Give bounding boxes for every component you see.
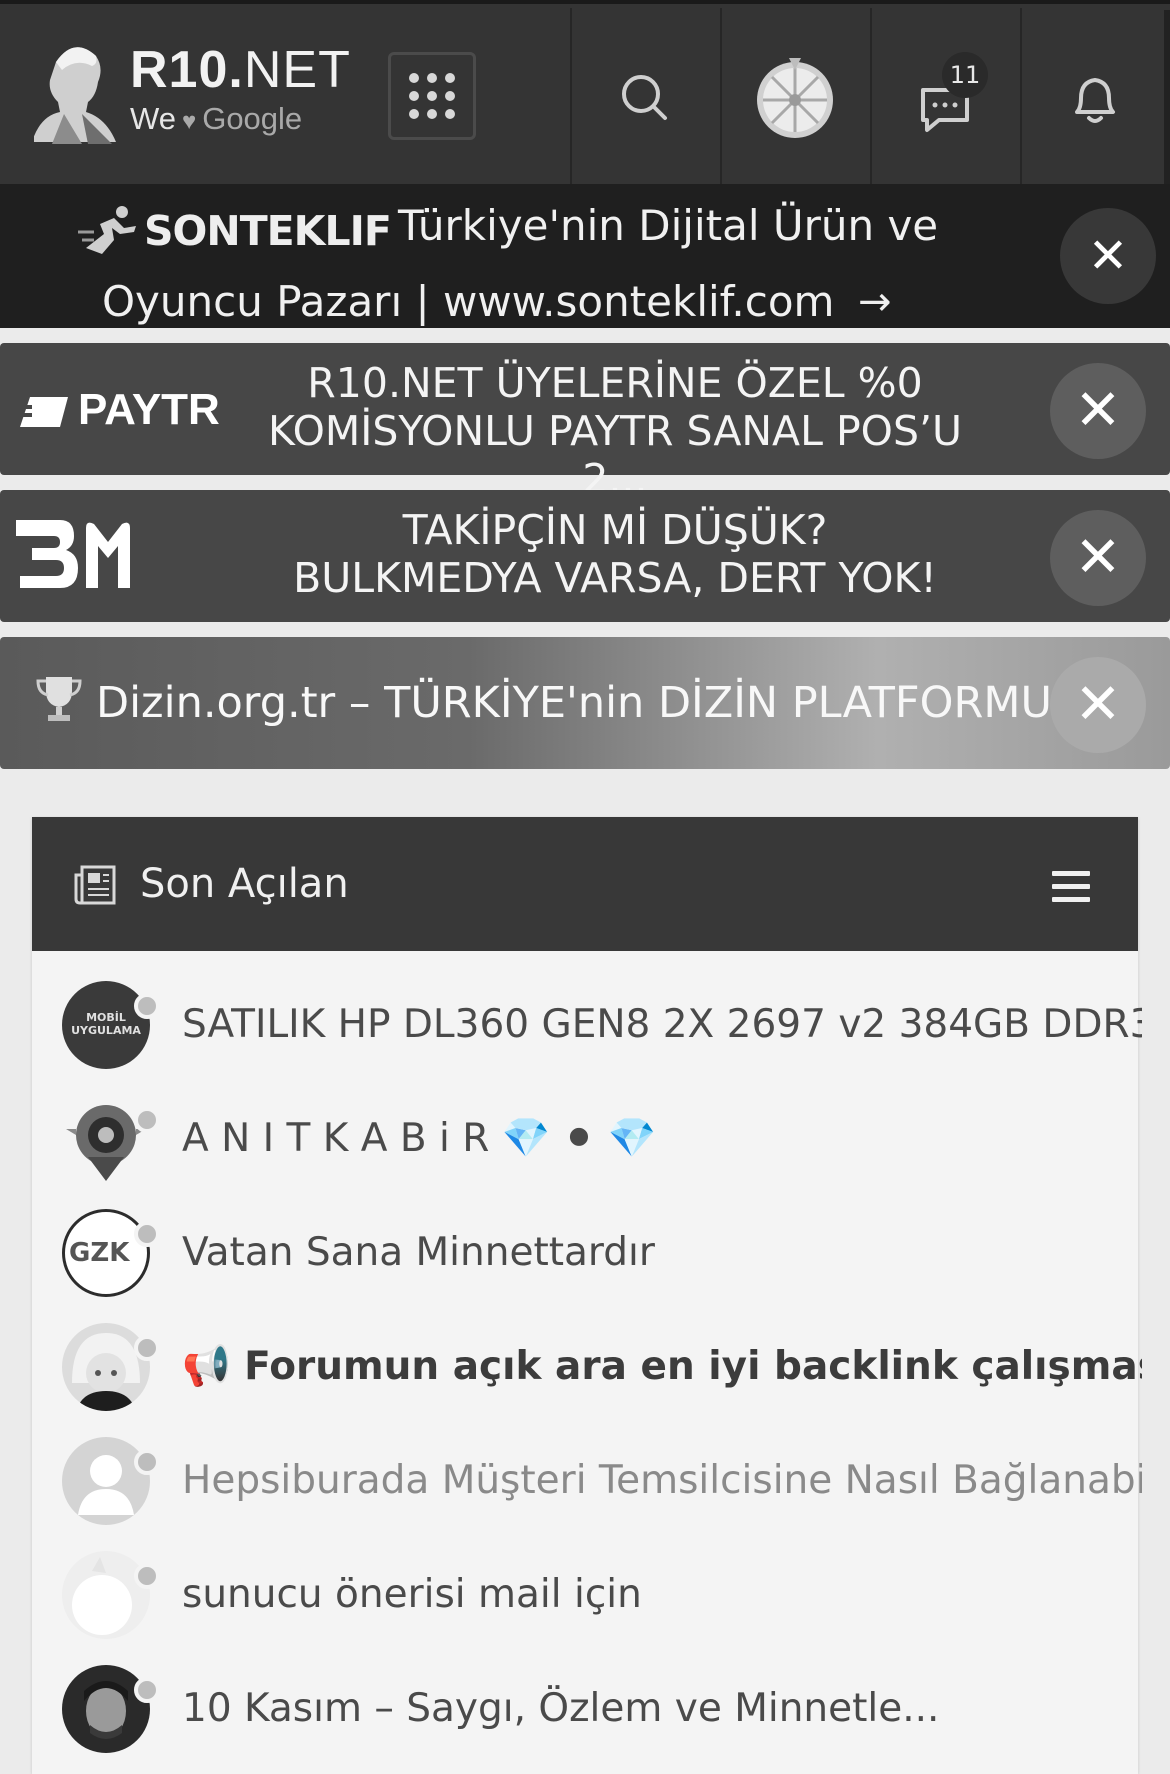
avatar[interactable]: MOBİL UYGULAMA — [62, 981, 150, 1069]
online-status-dot — [134, 1335, 160, 1361]
wheel-of-fortune-button[interactable] — [720, 8, 868, 188]
avatar[interactable] — [62, 1551, 150, 1639]
dizin-ad-banner[interactable]: Dizin.org.tr – TÜRKİYE'nin DİZİN PLATFOR… — [0, 637, 1170, 769]
topic-title[interactable]: Hepsiburada Müşteri Temsilcisine Nasıl B… — [182, 1453, 1142, 1509]
avatar-label: MOBİL UYGULAMA — [71, 1011, 141, 1037]
online-status-dot — [134, 1221, 160, 1247]
sonteklif-logo: SONTEKLIF — [78, 204, 398, 258]
bulkmedya-ad-text: TAKİPÇİN Mİ DÜŞÜK? BULKMEDYA VARSA, DERT… — [293, 506, 937, 602]
latest-topics-header: Son Açılan — [32, 817, 1138, 951]
online-status-dot — [134, 1677, 160, 1703]
bulkmedya-ad-banner[interactable]: TAKİPÇİN Mİ DÜŞÜK? BULKMEDYA VARSA, DERT… — [0, 490, 1170, 622]
portrait-logo-icon — [34, 47, 116, 144]
topic-row[interactable]: 10 Kasım – Saygı, Özlem ve Minnetle... — [32, 1653, 1138, 1767]
topic-row[interactable]: A N I T K A B i R 💎 ⚫ 💎 — [32, 1083, 1138, 1197]
man-avatar-icon — [84, 1681, 128, 1739]
bell-icon — [1075, 78, 1115, 123]
wheel-of-fortune-icon — [757, 58, 833, 138]
logo-tagline: We ♥ Google — [130, 101, 303, 136]
hamburger-menu-icon[interactable] — [1052, 871, 1090, 910]
site-logo[interactable]: R10.NET We ♥ Google — [30, 30, 350, 150]
avatar[interactable] — [62, 1437, 150, 1525]
topic-title[interactable]: 📢 Forumun açık ara en iyi backlink çalış… — [182, 1339, 1142, 1395]
avatar[interactable] — [62, 1095, 150, 1183]
avatar[interactable] — [62, 1665, 150, 1753]
topic-title[interactable]: 10 Kasım – Saygı, Özlem ve Minnetle... — [182, 1681, 1142, 1737]
topic-title[interactable]: SATILIK HP DL360 GEN8 2X 2697 v2 384GB D… — [182, 997, 1142, 1053]
emblem-avatar-icon — [66, 1105, 146, 1181]
paytr-ad-close-button[interactable]: ✕ — [1050, 363, 1146, 459]
avatar[interactable]: GZK — [62, 1209, 150, 1297]
anime-avatar-icon — [72, 1333, 140, 1411]
search-icon — [622, 75, 667, 120]
logo-title: R10.NET — [130, 41, 351, 99]
messages-button[interactable]: 11 — [870, 8, 1018, 188]
avatar[interactable] — [62, 1323, 150, 1411]
online-status-dot — [134, 1107, 160, 1133]
default-user-icon — [78, 1455, 134, 1515]
top-header: R10.NET We ♥ Google 11 — [0, 0, 1170, 188]
topic-title[interactable]: sunucu önerisi mail için — [182, 1567, 1142, 1623]
topic-row[interactable]: Hepsiburada Müşteri Temsilcisine Nasıl B… — [32, 1425, 1142, 1539]
cat-avatar-icon — [72, 1557, 132, 1635]
dizin-ad-close-button[interactable]: ✕ — [1050, 657, 1146, 753]
avatar-label: GZK — [69, 1238, 130, 1268]
online-status-dot — [134, 1563, 160, 1589]
topic-title[interactable]: A N I T K A B i R 💎 ⚫ 💎 — [182, 1111, 1142, 1167]
bulkmedya-logo — [16, 520, 130, 588]
panel-title: Son Açılan — [140, 861, 349, 907]
messages-count-badge: 11 — [942, 52, 988, 98]
heart-icon: ♥ — [181, 108, 197, 135]
grid-dots-icon — [409, 73, 419, 83]
bulkmedya-ad-close-button[interactable]: ✕ — [1050, 510, 1146, 606]
runner-icon — [78, 206, 136, 254]
sonteklif-text-line2: Oyuncu Pazarı | www.sonteklif.com — [102, 277, 835, 326]
topic-row[interactable]: sunucu önerisi mail için — [32, 1539, 1138, 1653]
apps-menu-button[interactable] — [388, 52, 476, 140]
paytr-logo: PAYTR — [16, 385, 220, 435]
topic-row[interactable]: GZK Vatan Sana Minnettardır — [32, 1197, 1138, 1311]
paytr-card-icon — [16, 397, 68, 428]
search-button[interactable] — [570, 8, 718, 188]
paytr-ad-banner[interactable]: PAYTR R10.NET ÜYELERİNE ÖZEL %0 KOMİSYON… — [0, 343, 1170, 503]
header-scrollbar — [1164, 10, 1170, 186]
topic-row[interactable]: 📢 Forumun açık ara en iyi backlink çalış… — [32, 1311, 1142, 1425]
arrow-right-icon: → — [858, 279, 892, 325]
newspaper-icon — [74, 865, 116, 905]
sonteklif-text-line1: Türkiye'nin Dijital Ürün ve — [398, 201, 939, 250]
sonteklif-close-button[interactable]: ✕ — [1060, 208, 1156, 304]
trophy-icon — [36, 677, 82, 721]
paytr-ad-text: R10.NET ÜYELERİNE ÖZEL %0 KOMİSYONLU PAY… — [267, 359, 963, 503]
topic-row[interactable]: MOBİL UYGULAMA SATILIK HP DL360 GEN8 2X … — [32, 969, 1142, 1083]
dizin-ad-text: Dizin.org.tr – TÜRKİYE'nin DİZİN PLATFOR… — [36, 675, 1069, 731]
sonteklif-banner[interactable]: SONTEKLIF Türkiye'nin Dijital Ürün ve Oy… — [0, 184, 1170, 328]
notifications-button[interactable] — [1020, 8, 1168, 188]
online-status-dot — [134, 993, 160, 1019]
topic-title[interactable]: Vatan Sana Minnettardır — [182, 1225, 1142, 1281]
online-status-dot — [134, 1449, 160, 1475]
latest-topics-panel: Son Açılan MOBİL UYGULAMA SATILIK HP DL3… — [32, 817, 1142, 1774]
